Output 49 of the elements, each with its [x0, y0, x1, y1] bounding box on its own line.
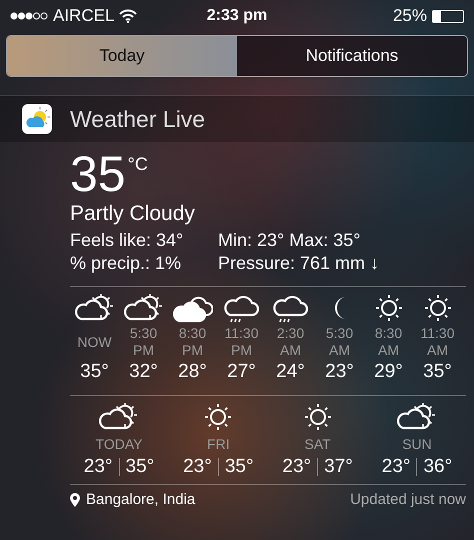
hour-label: 2:30 AM: [276, 325, 306, 359]
low-temp: 23°: [183, 456, 212, 478]
detail-text: % precip.: 1%: [70, 253, 182, 274]
battery-icon: [432, 10, 464, 22]
temperature: 35: [70, 148, 126, 200]
day-label: SUN: [402, 436, 432, 452]
clock-time: 2:33 pm: [206, 7, 268, 25]
high-temp: 35°: [224, 456, 254, 478]
day-label: TODAY: [96, 436, 142, 452]
hour-temp: 32°: [129, 361, 158, 383]
hour-label: 11:30 AM: [420, 325, 456, 359]
hour-temp: 35°: [423, 361, 452, 383]
day-label: FRI: [207, 436, 230, 452]
hour-temp: 23°: [325, 361, 354, 383]
carrier-name: AIRCEL: [53, 6, 114, 26]
low-temp: 23°: [382, 456, 410, 478]
hour-temp: 28°: [178, 361, 207, 383]
hour-label: 5:30 PM: [128, 325, 158, 359]
low-temp: 23°: [282, 456, 312, 478]
hour-label: 8:30 AM: [374, 325, 404, 359]
day-label: SAT: [304, 436, 331, 452]
hour-label: 5:30 AM: [324, 325, 354, 359]
hour-label: 11:30 PM: [224, 325, 260, 359]
high-temp: 37°: [324, 456, 353, 478]
hour-temp: 27°: [227, 361, 256, 383]
temperature-unit: °C: [128, 154, 148, 175]
hour-temp: 24°: [276, 361, 305, 383]
app-icon: [22, 104, 52, 134]
moon-icon: [332, 297, 346, 319]
location-text: Bangalore, India: [86, 491, 196, 508]
hour-temp: 35°: [80, 361, 109, 383]
detail-text: Feels like: 34°: [70, 230, 184, 251]
high-temp: 36°: [423, 456, 452, 478]
hour-temp: 29°: [374, 361, 403, 383]
updated-text: Updated just now: [350, 491, 466, 508]
signal-icon: [10, 12, 48, 20]
high-temp: 35°: [126, 456, 154, 478]
location-pin-icon: [70, 492, 80, 506]
condition-text: Partly Cloudy: [70, 202, 196, 226]
hour-label: 8:30 PM: [178, 325, 208, 359]
tab[interactable]: Notifications: [237, 36, 467, 76]
wifi-icon: [119, 9, 138, 23]
hour-label: NOW: [76, 332, 113, 352]
detail-text: Min: 23° Max: 35°: [218, 230, 362, 251]
tab[interactable]: Today: [7, 36, 237, 76]
widget-title: Weather Live: [70, 106, 206, 132]
low-temp: 23°: [84, 456, 112, 478]
battery-percent: 25%: [392, 6, 427, 26]
detail-text: Pressure: 761 mm ↓: [218, 253, 380, 274]
